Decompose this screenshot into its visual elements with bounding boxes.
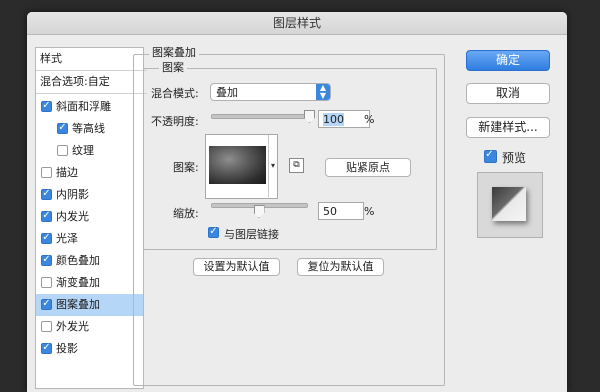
select-arrows-icon: ▲ ▼ [316,84,330,100]
style-item-checkbox[interactable] [57,145,68,156]
blend-mode-label: 混合模式: [151,87,199,100]
style-item-checkbox[interactable] [41,321,52,332]
style-item-pattern-overlay[interactable]: 图案叠加 [36,294,143,316]
style-item-color-overlay[interactable]: 颜色叠加 [36,250,143,272]
preview-thumbnail [477,172,543,238]
blending-options-item[interactable]: 混合选项:自定 [36,71,147,94]
style-item-checkbox[interactable] [41,296,52,312]
opacity-percent: % [364,113,375,126]
style-item-checkbox[interactable] [41,98,52,114]
blend-mode-select[interactable]: 叠加 ▲ ▼ [210,83,331,101]
scale-input[interactable]: 50 [318,202,364,220]
link-checkbox-icon[interactable] [208,224,219,240]
style-item-label: 光泽 [56,232,78,245]
cancel-button[interactable]: 取消 [466,83,550,104]
opacity-label: 不透明度: [151,115,199,128]
style-item-inner-glow[interactable]: 内发光 [36,206,143,228]
new-preset-icon[interactable]: ⧉ [289,158,304,173]
opacity-input[interactable]: 100 [318,110,370,128]
style-item-label: 颜色叠加 [56,254,100,267]
dialog-title: 图层样式 [27,12,567,35]
style-item-label: 图案叠加 [56,298,100,311]
style-item-satin[interactable]: 光泽 [36,228,143,250]
style-item-bevel-emboss[interactable]: 斜面和浮雕 [36,96,143,118]
link-with-layer-checkbox[interactable]: 与图层链接 [208,224,328,241]
scale-label: 缩放: [173,207,199,220]
style-item-texture[interactable]: 纹理 [36,140,143,162]
styles-list: 样式 混合选项:自定 斜面和浮雕等高线纹理描边内阴影内发光光泽颜色叠加渐变叠加图… [35,47,147,389]
style-item-outer-glow[interactable]: 外发光 [36,316,143,338]
style-item-gradient-overlay[interactable]: 渐变叠加 [36,272,143,294]
opacity-slider[interactable] [211,114,311,119]
pattern-label: 图案: [173,161,199,174]
preview-checkbox-icon[interactable] [484,147,497,163]
style-item-label: 投影 [56,342,78,355]
pattern-picker[interactable]: ▾ [205,134,278,199]
ok-button[interactable]: 确定 [466,50,550,71]
style-item-label: 等高线 [72,122,105,135]
preview-checkbox[interactable]: 预览 [484,147,544,165]
reset-default-button[interactable]: 复位为默认值 [297,258,384,276]
style-item-label: 斜面和浮雕 [56,100,111,113]
style-item-label: 纹理 [72,144,94,157]
pattern-overlay-title: 图案叠加 [149,44,199,60]
style-item-inner-shadow[interactable]: 内阴影 [36,184,143,206]
style-item-label: 外发光 [56,320,89,333]
link-with-layer-label: 与图层链接 [224,228,279,241]
style-item-checkbox[interactable] [41,208,52,224]
pattern-dropdown-icon[interactable]: ▾ [268,135,277,197]
style-item-label: 内阴影 [56,188,89,201]
style-item-checkbox[interactable] [41,277,52,288]
style-item-label: 描边 [56,166,78,179]
snap-origin-button[interactable]: 贴紧原点 [325,158,411,177]
preview-label: 预览 [502,151,527,165]
style-item-contour[interactable]: 等高线 [36,118,143,140]
scale-percent: % [364,205,375,218]
preview-swatch [492,187,526,221]
style-item-checkbox[interactable] [41,340,52,356]
style-item-checkbox[interactable] [41,186,52,202]
make-default-button[interactable]: 设置为默认值 [193,258,280,276]
opacity-value: 100 [323,113,344,126]
pattern-subgroup-title: 图案 [159,59,187,75]
layer-style-dialog: 图层样式 样式 混合选项:自定 斜面和浮雕等高线纹理描边内阴影内发光光泽颜色叠加… [27,12,567,392]
style-item-drop-shadow[interactable]: 投影 [36,338,143,360]
style-item-checkbox[interactable] [41,252,52,268]
blend-mode-value: 叠加 [216,86,238,99]
new-style-button[interactable]: 新建样式... [466,117,550,138]
style-item-stroke[interactable]: 描边 [36,162,143,184]
style-item-checkbox[interactable] [41,167,52,178]
style-item-label: 内发光 [56,210,89,223]
styles-header[interactable]: 样式 [36,48,147,71]
style-item-checkbox[interactable] [57,120,68,136]
style-item-checkbox[interactable] [41,230,52,246]
style-item-label: 渐变叠加 [56,276,100,289]
pattern-swatch [209,146,266,184]
